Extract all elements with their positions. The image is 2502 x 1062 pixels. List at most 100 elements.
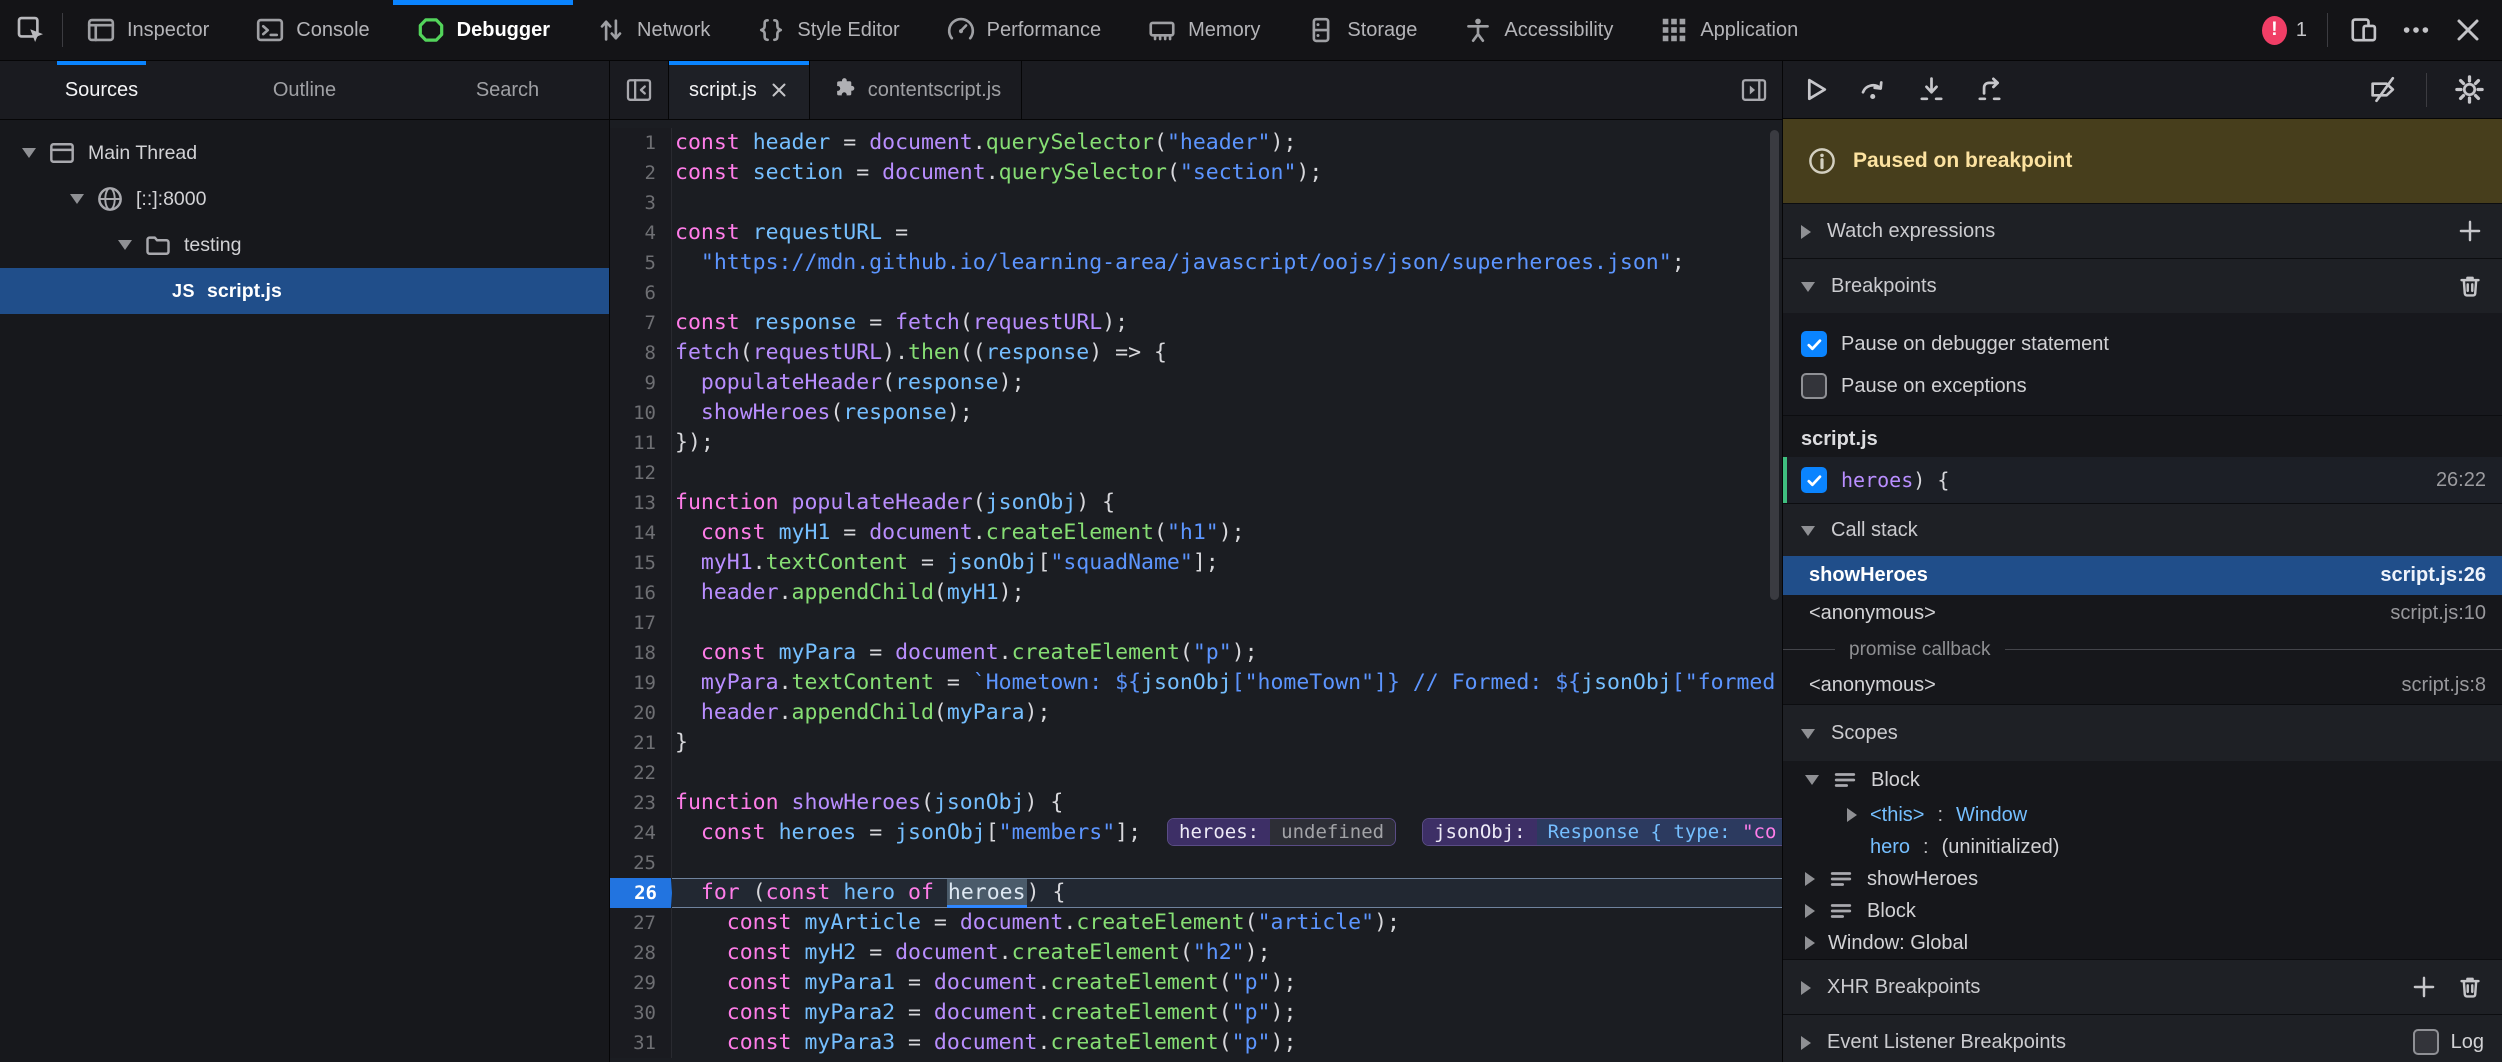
gutter-line-number-29[interactable]: 29 <box>610 968 672 998</box>
breakpoint-checkbox[interactable] <box>1801 467 1827 493</box>
gutter-line-number-14[interactable]: 14 <box>610 518 672 548</box>
responsive-design-mode-button[interactable] <box>2348 14 2380 46</box>
editor-tab-script-js[interactable]: script.js <box>669 61 810 119</box>
code-line-11[interactable]: }); <box>672 428 1782 458</box>
meatball-menu-button[interactable] <box>2400 14 2432 46</box>
code-line-2[interactable]: const section = document.querySelector("… <box>672 158 1782 188</box>
step-in-button[interactable] <box>1916 74 1947 105</box>
code-line-8[interactable]: fetch(requestURL).then((response) => { <box>672 338 1782 368</box>
remove-xhr-breakpoints-trash-button[interactable] <box>2456 973 2484 1001</box>
xhr-breakpoints-header[interactable]: XHR Breakpoints <box>1783 959 2502 1014</box>
code-line-22[interactable] <box>672 758 1782 788</box>
code-line-30[interactable]: const myPara2 = document.createElement("… <box>672 998 1782 1028</box>
gutter-line-number-1[interactable]: 1 <box>610 128 672 158</box>
vertical-scrollbar[interactable] <box>1770 130 1779 600</box>
code-line-29[interactable]: const myPara1 = document.createElement("… <box>672 968 1782 998</box>
tree-item-host[interactable]: [::]:8000 <box>0 176 609 222</box>
gutter-line-number-28[interactable]: 28 <box>610 938 672 968</box>
pause-on-debugger-checkbox[interactable] <box>1801 331 1827 357</box>
gutter-line-number-2[interactable]: 2 <box>610 158 672 188</box>
code-line-16[interactable]: header.appendChild(myH1); <box>672 578 1782 608</box>
gutter-line-number-19[interactable]: 19 <box>610 668 672 698</box>
gutter-line-number-16[interactable]: 16 <box>610 578 672 608</box>
gutter-line-number-31[interactable]: 31 <box>610 1028 672 1058</box>
close-devtools-button[interactable] <box>2452 14 2484 46</box>
step-over-button[interactable] <box>1858 74 1889 105</box>
breakpoint-item[interactable]: heroes) { 26:22 <box>1783 457 2502 503</box>
tab-outline[interactable]: Outline <box>203 61 406 119</box>
resume-button[interactable] <box>1800 74 1831 105</box>
code-line-28[interactable]: const myH2 = document.createElement("h2"… <box>672 938 1782 968</box>
scope-hero-node[interactable]: hero: (uninitialized) <box>1783 831 2502 863</box>
code-line-3[interactable] <box>672 188 1782 218</box>
event-listener-breakpoints-header[interactable]: Event Listener Breakpoints Log <box>1783 1014 2502 1062</box>
code-line-27[interactable]: const myArticle = document.createElement… <box>672 908 1782 938</box>
error-count-badge[interactable]: ! 1 <box>2262 16 2307 45</box>
code-line-4[interactable]: const requestURL = <box>672 218 1782 248</box>
scope-showheroes[interactable]: showHeroes <box>1783 863 2502 895</box>
gutter-line-number-22[interactable]: 22 <box>610 758 672 788</box>
scope-block[interactable]: Block <box>1783 761 2502 799</box>
remove-breakpoints-trash-button[interactable] <box>2456 272 2484 300</box>
tab-network[interactable]: Network <box>573 0 733 60</box>
code-line-26[interactable]: for (const hero of heroes) { <box>672 878 1782 908</box>
gutter-line-number-12[interactable]: 12 <box>610 458 672 488</box>
gutter-line-number-18[interactable]: 18 <box>610 638 672 668</box>
add-xhr-breakpoint-button[interactable] <box>2410 973 2438 1001</box>
tab-performance[interactable]: Performance <box>923 0 1125 60</box>
tab-sources[interactable]: Sources <box>0 61 203 119</box>
node-picker-button[interactable] <box>0 0 62 60</box>
code-line-15[interactable]: myH1.textContent = jsonObj["squadName"]; <box>672 548 1782 578</box>
gutter-line-number-20[interactable]: 20 <box>610 698 672 728</box>
code-line-18[interactable]: const myPara = document.createElement("p… <box>672 638 1782 668</box>
event-log-checkbox[interactable] <box>2413 1029 2439 1055</box>
tree-item-main-thread[interactable]: Main Thread <box>0 130 609 176</box>
paused-token-highlight[interactable]: heroes <box>947 879 1027 908</box>
code-line-25[interactable] <box>672 848 1782 878</box>
code-line-9[interactable]: populateHeader(response); <box>672 368 1782 398</box>
pause-on-exceptions-option[interactable]: Pause on exceptions <box>1801 365 2502 407</box>
pause-on-debugger-statement-option[interactable]: Pause on debugger statement <box>1801 323 2502 365</box>
gutter-line-number-11[interactable]: 11 <box>610 428 672 458</box>
code-editor[interactable]: 1const header = document.querySelector("… <box>610 120 1782 1062</box>
code-line-21[interactable]: } <box>672 728 1782 758</box>
scopes-header[interactable]: Scopes <box>1783 704 2502 761</box>
code-line-14[interactable]: const myH1 = document.createElement("h1"… <box>672 518 1782 548</box>
gutter-line-number-15[interactable]: 15 <box>610 548 672 578</box>
gutter-line-number-9[interactable]: 9 <box>610 368 672 398</box>
code-line-23[interactable]: function showHeroes(jsonObj) { <box>672 788 1782 818</box>
pause-on-exceptions-checkbox[interactable] <box>1801 373 1827 399</box>
call-stack-frame[interactable]: showHeroes script.js:26 <box>1783 556 2502 595</box>
code-line-31[interactable]: const myPara3 = document.createElement("… <box>672 1028 1782 1058</box>
debugger-settings-gear-icon[interactable] <box>2454 74 2485 105</box>
tree-item-testing-folder[interactable]: testing <box>0 222 609 268</box>
tab-application[interactable]: Application <box>1636 0 1821 60</box>
tab-memory[interactable]: Memory <box>1124 0 1283 60</box>
code-line-5[interactable]: "https://mdn.github.io/learning-area/jav… <box>672 248 1782 278</box>
step-out-button[interactable] <box>1974 74 2005 105</box>
tab-storage[interactable]: Storage <box>1283 0 1440 60</box>
gutter-line-number-7[interactable]: 7 <box>610 308 672 338</box>
code-line-13[interactable]: function populateHeader(jsonObj) { <box>672 488 1782 518</box>
scope-block-2[interactable]: Block <box>1783 895 2502 927</box>
collapse-sources-panel-button[interactable] <box>610 61 669 119</box>
gutter-line-number-4[interactable]: 4 <box>610 218 672 248</box>
call-stack-frame[interactable]: <anonymous> script.js:10 <box>1783 595 2502 632</box>
tab-debugger[interactable]: Debugger <box>393 0 573 60</box>
code-line-19[interactable]: myPara.textContent = `Hometown: ${jsonOb… <box>672 668 1782 698</box>
scope-window-global[interactable]: Window: Global <box>1783 927 2502 959</box>
gutter-line-number-30[interactable]: 30 <box>610 998 672 1028</box>
gutter-line-number-3[interactable]: 3 <box>610 188 672 218</box>
tree-item-script-js[interactable]: JS script.js <box>0 268 609 314</box>
code-line-24[interactable]: const heroes = jsonObj["members"];heroes… <box>672 818 1782 848</box>
tab-style-editor[interactable]: Style Editor <box>733 0 922 60</box>
code-line-12[interactable] <box>672 458 1782 488</box>
gutter-line-number-23[interactable]: 23 <box>610 788 672 818</box>
gutter-line-number-10[interactable]: 10 <box>610 398 672 428</box>
gutter-line-number-25[interactable]: 25 <box>610 848 672 878</box>
code-line-1[interactable]: const header = document.querySelector("h… <box>672 128 1782 158</box>
gutter-line-number-26[interactable]: 26 <box>610 878 672 908</box>
gutter-line-number-8[interactable]: 8 <box>610 338 672 368</box>
gutter-line-number-5[interactable]: 5 <box>610 248 672 278</box>
code-line-20[interactable]: header.appendChild(myPara); <box>672 698 1782 728</box>
